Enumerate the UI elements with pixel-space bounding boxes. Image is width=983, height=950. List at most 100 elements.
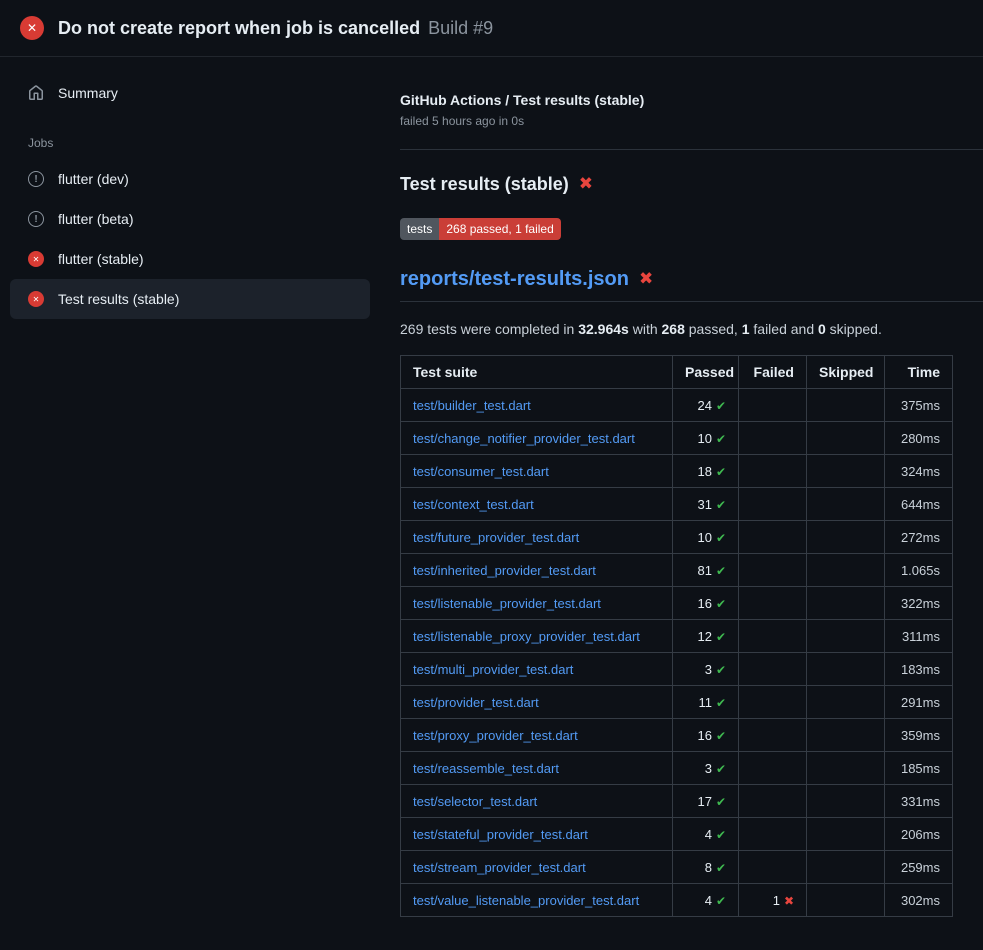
time-cell: 272ms — [885, 521, 953, 554]
test-suite-link[interactable]: test/proxy_provider_test.dart — [413, 728, 578, 743]
sidebar-job-item[interactable]: ! flutter (dev) — [10, 159, 370, 199]
time-cell: 322ms — [885, 587, 953, 620]
sidebar-job-item[interactable]: ✕ Test results (stable) — [10, 279, 370, 319]
results-table-body: test/builder_test.dart 24✔ 375ms test/ch… — [401, 389, 953, 917]
neutral-circle-icon: ! — [28, 171, 44, 187]
sidebar-jobs: ! flutter (dev) ! flutter (beta) ✕ flutt… — [10, 159, 370, 319]
results-table: Test suite Passed Failed Skipped Time te… — [400, 355, 953, 917]
passed-cell: 8✔ — [673, 851, 739, 884]
x-icon: ✖ — [784, 894, 794, 908]
time-cell: 291ms — [885, 686, 953, 719]
check-icon: ✔ — [716, 894, 726, 908]
test-suite-link[interactable]: test/stateful_provider_test.dart — [413, 827, 588, 842]
time-cell: 1.065s — [885, 554, 953, 587]
passed-cell: 4✔ — [673, 818, 739, 851]
sidebar-item-summary[interactable]: Summary — [10, 73, 370, 113]
skipped-cell — [807, 719, 885, 752]
test-suite-link[interactable]: test/change_notifier_provider_test.dart — [413, 431, 635, 446]
summary-text-segment: 269 tests were completed in — [400, 321, 578, 337]
check-icon: ✔ — [716, 729, 726, 743]
time-cell: 259ms — [885, 851, 953, 884]
suite-cell: test/change_notifier_provider_test.dart — [401, 422, 673, 455]
badge-value: 268 passed, 1 failed — [439, 218, 560, 240]
table-row: test/consumer_test.dart 18✔ 324ms — [401, 455, 953, 488]
table-row: test/stateful_provider_test.dart 4✔ 206m… — [401, 818, 953, 851]
suite-cell: test/listenable_provider_test.dart — [401, 587, 673, 620]
summary-bold-segment: 0 — [818, 321, 826, 337]
suite-cell: test/consumer_test.dart — [401, 455, 673, 488]
failed-cell — [739, 422, 807, 455]
time-cell: 280ms — [885, 422, 953, 455]
table-row: test/listenable_proxy_provider_test.dart… — [401, 620, 953, 653]
failed-cell — [739, 785, 807, 818]
failed-cell — [739, 653, 807, 686]
check-icon: ✔ — [716, 630, 726, 644]
suite-cell: test/future_provider_test.dart — [401, 521, 673, 554]
test-suite-link[interactable]: test/builder_test.dart — [413, 398, 531, 413]
test-suite-link[interactable]: test/context_test.dart — [413, 497, 534, 512]
suite-cell: test/reassemble_test.dart — [401, 752, 673, 785]
time-cell: 644ms — [885, 488, 953, 521]
test-suite-link[interactable]: test/listenable_provider_test.dart — [413, 596, 601, 611]
skipped-cell — [807, 620, 885, 653]
col-failed: Failed — [739, 356, 807, 389]
passed-cell: 16✔ — [673, 587, 739, 620]
test-suite-link[interactable]: test/consumer_test.dart — [413, 464, 549, 479]
time-cell: 302ms — [885, 884, 953, 917]
passed-cell: 16✔ — [673, 719, 739, 752]
test-suite-link[interactable]: test/selector_test.dart — [413, 794, 537, 809]
table-row: test/selector_test.dart 17✔ 331ms — [401, 785, 953, 818]
x-icon: ✖ — [639, 266, 653, 292]
sidebar-job-item[interactable]: ✕ flutter (stable) — [10, 239, 370, 279]
check-icon: ✔ — [716, 498, 726, 512]
test-suite-link[interactable]: test/stream_provider_test.dart — [413, 860, 586, 875]
tests-badge: tests 268 passed, 1 failed — [400, 218, 561, 240]
sidebar-job-item[interactable]: ! flutter (beta) — [10, 199, 370, 239]
suite-cell: test/inherited_provider_test.dart — [401, 554, 673, 587]
failed-cell — [739, 719, 807, 752]
section-title: Test results (stable) ✖ — [400, 172, 983, 196]
divider — [400, 149, 983, 150]
test-suite-link[interactable]: test/future_provider_test.dart — [413, 530, 579, 545]
check-icon: ✔ — [716, 861, 726, 875]
table-row: test/context_test.dart 31✔ 644ms — [401, 488, 953, 521]
failed-cell — [739, 686, 807, 719]
section-title-text: Test results (stable) — [400, 172, 569, 196]
skipped-cell — [807, 389, 885, 422]
passed-cell: 10✔ — [673, 422, 739, 455]
skipped-cell — [807, 653, 885, 686]
job-label: Test results (stable) — [58, 291, 179, 307]
table-row: test/builder_test.dart 24✔ 375ms — [401, 389, 953, 422]
table-row: test/future_provider_test.dart 10✔ 272ms — [401, 521, 953, 554]
table-row: test/inherited_provider_test.dart 81✔ 1.… — [401, 554, 953, 587]
summary-text-segment: skipped. — [826, 321, 882, 337]
jobs-heading: Jobs — [10, 127, 370, 159]
check-icon: ✔ — [716, 531, 726, 545]
test-suite-link[interactable]: test/listenable_proxy_provider_test.dart — [413, 629, 640, 644]
badge-label: tests — [400, 218, 439, 240]
suite-cell: test/stream_provider_test.dart — [401, 851, 673, 884]
suite-cell: test/builder_test.dart — [401, 389, 673, 422]
check-icon: ✔ — [716, 597, 726, 611]
failed-cell — [739, 389, 807, 422]
skipped-cell — [807, 587, 885, 620]
time-cell: 206ms — [885, 818, 953, 851]
test-suite-link[interactable]: test/provider_test.dart — [413, 695, 539, 710]
test-suite-link[interactable]: test/inherited_provider_test.dart — [413, 563, 596, 578]
failed-cell — [739, 455, 807, 488]
report-heading: reports/test-results.json ✖ — [400, 266, 983, 302]
sidebar: Summary Jobs ! flutter (dev) ! flutter (… — [0, 57, 380, 319]
suite-cell: test/provider_test.dart — [401, 686, 673, 719]
test-suite-link[interactable]: test/multi_provider_test.dart — [413, 662, 573, 677]
test-suite-link[interactable]: test/value_listenable_provider_test.dart — [413, 893, 639, 908]
page-title: Do not create report when job is cancell… — [58, 18, 493, 39]
summary-bold-segment: 268 — [662, 321, 685, 337]
failed-cell — [739, 554, 807, 587]
summary-bold-segment: 32.964s — [578, 321, 629, 337]
failed-cell — [739, 818, 807, 851]
failed-cell — [739, 521, 807, 554]
x-circle-icon: ✕ — [28, 251, 44, 267]
report-link[interactable]: reports/test-results.json — [400, 266, 629, 292]
test-suite-link[interactable]: test/reassemble_test.dart — [413, 761, 559, 776]
check-icon: ✔ — [716, 795, 726, 809]
